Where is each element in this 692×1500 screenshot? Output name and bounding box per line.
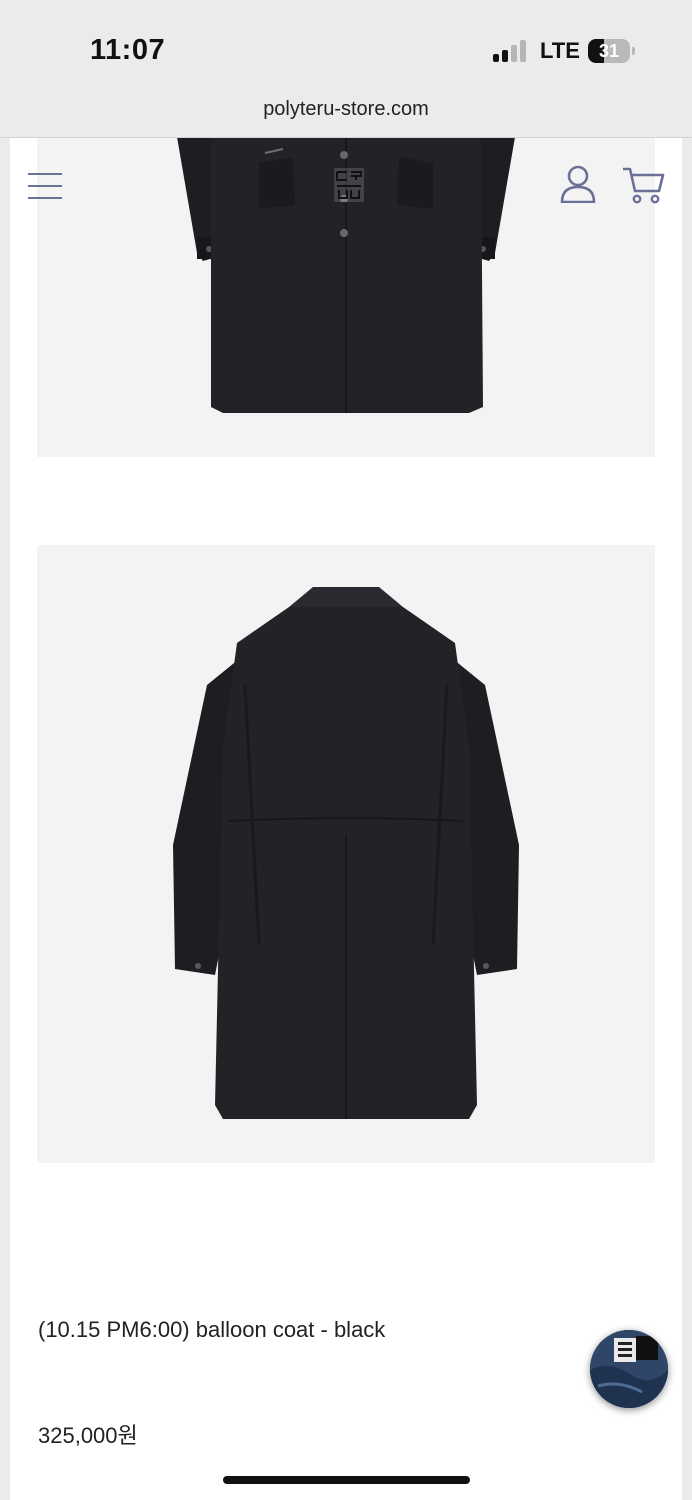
product-title: (10.15 PM6:00) balloon coat - black — [38, 1317, 386, 1342]
home-indicator[interactable] — [223, 1476, 470, 1484]
page-content — [0, 137, 692, 1500]
network-label: LTE — [540, 38, 580, 63]
browser-chrome: 11:07 LTE 31 polyteru-store.com — [0, 0, 692, 138]
product-photo-back[interactable] — [37, 545, 655, 1163]
site-header — [0, 137, 692, 237]
battery-icon: 31 — [588, 39, 635, 63]
product-thumbnail — [590, 1330, 668, 1408]
page-gutter-right — [682, 137, 692, 1500]
cart-icon[interactable] — [621, 165, 665, 205]
status-time: 11:07 — [90, 34, 166, 66]
coat-back-illustration — [173, 587, 519, 1119]
signal-icon — [493, 40, 529, 62]
hamburger-menu-icon[interactable] — [28, 173, 62, 199]
page-gutter-left — [0, 137, 10, 1500]
floating-thumbnail-button[interactable] — [590, 1330, 668, 1408]
user-icon[interactable] — [560, 165, 596, 203]
address-bar[interactable]: polyteru-store.com — [0, 98, 692, 121]
product-price: 325,000원 — [38, 1423, 138, 1448]
battery-level: 31 — [598, 41, 620, 61]
